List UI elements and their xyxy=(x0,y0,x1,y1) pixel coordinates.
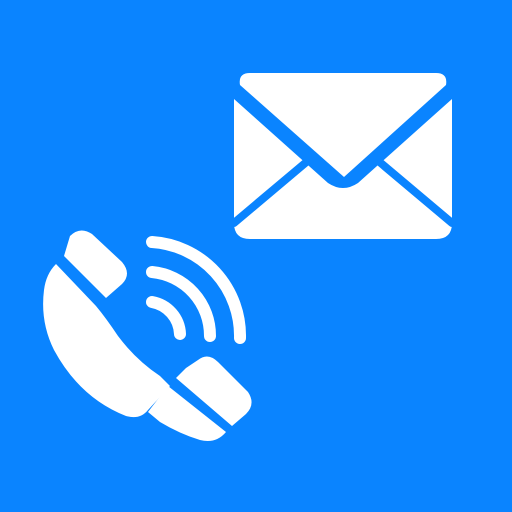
phone-call-icon xyxy=(40,226,270,452)
handset-icon xyxy=(43,230,252,441)
envelope-icon xyxy=(230,73,456,239)
signal-waves-icon xyxy=(146,236,247,344)
app-icon[interactable] xyxy=(0,0,512,512)
